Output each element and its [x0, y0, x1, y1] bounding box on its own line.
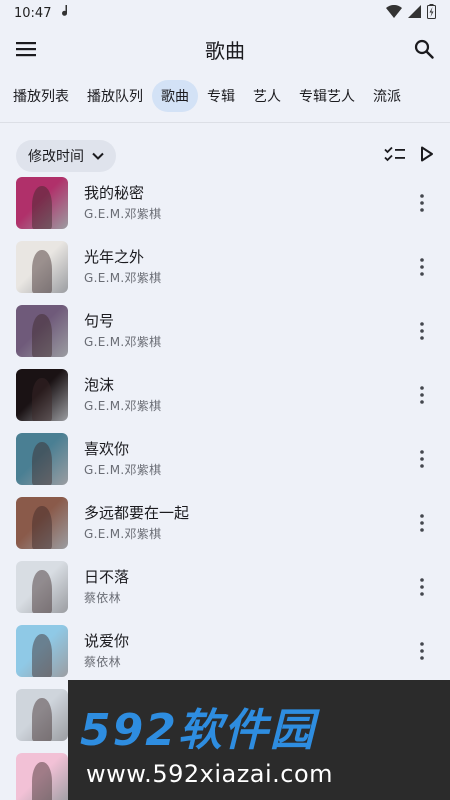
watermark-url: www.592xiazai.com — [86, 760, 334, 788]
more-options-icon[interactable] — [410, 511, 434, 535]
song-artist: 蔡依林 — [84, 591, 121, 605]
song-title: 日不落 — [84, 568, 130, 586]
song-item[interactable]: 喜欢你 G.E.M.邓紫棋 — [0, 427, 450, 491]
song-text: 光年之外 G.E.M.邓紫棋 — [84, 247, 410, 287]
status-right — [386, 3, 436, 23]
song-title: 我的秘密 — [84, 184, 145, 202]
song-item[interactable]: 泡沫 G.E.M.邓紫棋 — [0, 363, 450, 427]
more-options-icon[interactable] — [410, 575, 434, 599]
cover-figure — [31, 442, 53, 485]
music-note-icon — [61, 4, 71, 22]
song-text: 句号 G.E.M.邓紫棋 — [84, 311, 410, 351]
cover-figure — [31, 634, 53, 677]
song-artist: G.E.M.邓紫棋 — [84, 463, 162, 477]
cover-figure — [31, 506, 53, 549]
song-text: 多远都要在一起 G.E.M.邓紫棋 — [84, 503, 410, 543]
album-cover — [16, 177, 68, 229]
status-left: 10:47 — [14, 4, 71, 22]
library-tabs: 播放列表 播放队列 歌曲 专辑 艺人 专辑艺人 流派 — [0, 72, 450, 120]
song-item[interactable]: 说爱你 蔡依林 — [0, 619, 450, 683]
song-title: 光年之外 — [84, 248, 145, 266]
watermark-logo: 592软件园 — [80, 705, 316, 756]
page-title: 歌曲 — [205, 38, 245, 63]
select-checklist-icon[interactable] — [384, 146, 406, 166]
song-text: 说爱你 蔡依林 — [84, 631, 410, 671]
more-options-icon[interactable] — [410, 447, 434, 471]
tab-genres[interactable]: 流派 — [364, 80, 410, 112]
album-cover — [16, 689, 68, 741]
album-cover — [16, 625, 68, 677]
status-bar: 10:47 — [0, 0, 450, 26]
list-actions — [384, 146, 434, 166]
cover-figure — [31, 570, 53, 613]
song-artist: 蔡依林 — [84, 655, 121, 669]
song-item[interactable]: 句号 G.E.M.邓紫棋 — [0, 299, 450, 363]
tab-album-artists[interactable]: 专辑艺人 — [290, 80, 364, 112]
menu-icon[interactable] — [12, 35, 40, 63]
song-artist: G.E.M.邓紫棋 — [84, 207, 162, 221]
sort-order-label: 修改时间 — [28, 149, 84, 165]
song-title: 句号 — [84, 312, 115, 330]
top-app-bar: 歌曲 — [0, 26, 450, 72]
song-title: 喜欢你 — [84, 440, 130, 458]
more-options-icon[interactable] — [410, 319, 434, 343]
site-watermark: 592软件园 www.592xiazai.com — [68, 680, 450, 800]
tab-playlists[interactable]: 播放列表 — [4, 80, 78, 112]
more-options-icon[interactable] — [410, 255, 434, 279]
song-title: 泡沫 — [84, 376, 115, 394]
more-options-icon[interactable] — [410, 383, 434, 407]
wifi-icon — [386, 4, 402, 22]
cover-figure — [31, 378, 53, 421]
more-options-icon[interactable] — [410, 639, 434, 663]
tab-albums[interactable]: 专辑 — [198, 80, 244, 112]
song-artist: G.E.M.邓紫棋 — [84, 399, 162, 413]
battery-icon — [427, 3, 436, 23]
chevron-down-icon — [92, 148, 104, 164]
tab-artists[interactable]: 艺人 — [244, 80, 290, 112]
song-artist: G.E.M.邓紫棋 — [84, 335, 162, 349]
album-cover — [16, 433, 68, 485]
album-cover — [16, 753, 68, 800]
signal-icon — [408, 4, 421, 22]
album-cover — [16, 305, 68, 357]
song-item[interactable]: 光年之外 G.E.M.邓紫棋 — [0, 235, 450, 299]
song-text: 我的秘密 G.E.M.邓紫棋 — [84, 183, 410, 223]
song-artist: G.E.M.邓紫棋 — [84, 271, 162, 285]
song-artist: G.E.M.邓紫棋 — [84, 527, 162, 541]
cover-figure — [31, 314, 53, 357]
play-all-icon[interactable] — [420, 146, 434, 166]
cover-figure — [31, 698, 53, 741]
cover-figure — [31, 186, 53, 229]
song-text: 喜欢你 G.E.M.邓紫棋 — [84, 439, 410, 479]
album-cover — [16, 561, 68, 613]
status-time: 10:47 — [14, 5, 52, 21]
sort-order-chip[interactable]: 修改时间 — [16, 140, 116, 172]
tab-play-queue[interactable]: 播放队列 — [78, 80, 152, 112]
cover-figure — [31, 250, 53, 293]
tab-songs[interactable]: 歌曲 — [152, 80, 198, 112]
song-title: 说爱你 — [84, 632, 130, 650]
tabs-divider — [0, 122, 450, 123]
song-title: 多远都要在一起 — [84, 504, 190, 522]
more-options-icon[interactable] — [410, 191, 434, 215]
album-cover — [16, 369, 68, 421]
album-cover — [16, 241, 68, 293]
song-text: 泡沫 G.E.M.邓紫棋 — [84, 375, 410, 415]
search-icon[interactable] — [410, 35, 438, 63]
cover-figure — [31, 762, 53, 800]
song-item[interactable]: 日不落 蔡依林 — [0, 555, 450, 619]
song-item[interactable]: 多远都要在一起 G.E.M.邓紫棋 — [0, 491, 450, 555]
song-item[interactable]: 我的秘密 G.E.M.邓紫棋 — [0, 171, 450, 235]
song-text: 日不落 蔡依林 — [84, 567, 410, 607]
album-cover — [16, 497, 68, 549]
